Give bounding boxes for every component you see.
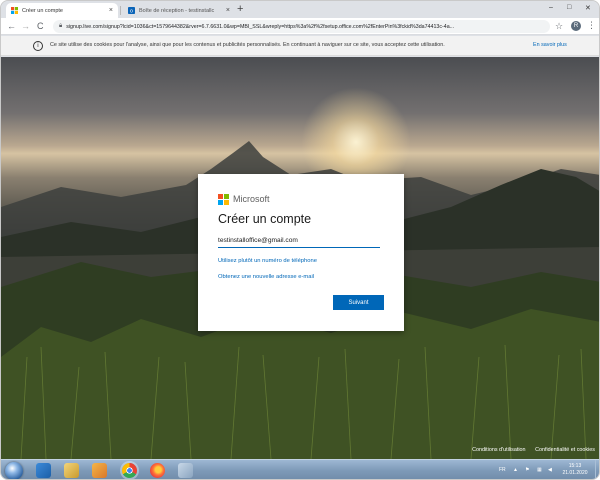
- browser-menu-icon[interactable]: ⋮: [587, 20, 596, 30]
- profile-avatar[interactable]: R: [571, 21, 581, 31]
- volume-icon[interactable]: ◀: [548, 467, 552, 473]
- microsoft-logo-icon: [218, 194, 229, 205]
- tray-arrow-icon[interactable]: ▲: [513, 467, 518, 473]
- windows-taskbar: FR ▲ ⚑ ▦ ◀ 15:13 21.01.2020: [1, 459, 599, 479]
- terms-link[interactable]: Conditions d'utilisation: [472, 447, 525, 453]
- internet-explorer-icon[interactable]: [36, 463, 51, 478]
- cookie-banner-text: Ce site utilise des cookies pour l'analy…: [50, 42, 445, 48]
- back-button[interactable]: ←: [7, 21, 16, 31]
- clock-time: 15:13: [568, 463, 582, 469]
- firefox-icon[interactable]: [150, 463, 165, 478]
- bookmark-star-icon[interactable]: ☆: [555, 21, 563, 31]
- tab-close-icon[interactable]: ×: [109, 7, 113, 14]
- svg-text:o: o: [130, 8, 133, 14]
- tab-separator: [120, 6, 121, 15]
- new-email-link[interactable]: Obtenez une nouvelle adresse e-mail: [218, 274, 314, 280]
- microsoft-favicon-icon: [11, 7, 18, 14]
- clock-date: 21.01.2020: [562, 470, 588, 476]
- flag-icon[interactable]: ⚑: [525, 467, 529, 473]
- new-tab-button[interactable]: +: [237, 4, 243, 15]
- close-window-button[interactable]: ✕: [585, 4, 591, 12]
- dialog-title: Créer un compte: [218, 212, 312, 226]
- signup-dialog: Microsoft Créer un compte Utilisez plutô…: [198, 174, 404, 331]
- tab-close-icon[interactable]: ×: [226, 7, 230, 14]
- media-player-icon[interactable]: [92, 463, 107, 478]
- taskbar-clock[interactable]: 15:13 21.01.2020: [559, 463, 591, 477]
- reload-button[interactable]: C: [37, 21, 44, 31]
- page-footer: Conditions d'utilisation Confidentialité…: [464, 447, 595, 453]
- paint-icon[interactable]: [178, 463, 193, 478]
- show-desktop-button[interactable]: [595, 460, 599, 479]
- next-button[interactable]: Suivant: [333, 295, 384, 310]
- forward-button[interactable]: →: [21, 21, 30, 31]
- network-icon[interactable]: ▦: [537, 467, 542, 473]
- outlook-favicon-icon: o: [128, 7, 135, 14]
- tab-create-account[interactable]: Créer un compte ×: [6, 3, 118, 18]
- browser-toolbar: ← → C 🔒︎ signup.live.com/signup?lcid=103…: [1, 18, 599, 35]
- minimize-button[interactable]: –: [549, 4, 553, 11]
- maximize-button[interactable]: □: [567, 4, 571, 11]
- url-text: signup.live.com/signup?lcid=1036&ct=1579…: [66, 23, 455, 30]
- cookie-banner: i Ce site utilise des cookies pour l'ana…: [1, 36, 599, 56]
- learn-more-link[interactable]: En savoir plus: [533, 42, 567, 48]
- language-indicator[interactable]: FR: [499, 467, 506, 473]
- info-icon: i: [33, 41, 43, 51]
- tab-label: Boîte de réception - testinstallc: [139, 7, 215, 14]
- tab-strip: Créer un compte × o Boîte de réception -…: [1, 1, 599, 18]
- address-bar[interactable]: 🔒︎ signup.live.com/signup?lcid=1036&ct=1…: [53, 20, 550, 33]
- email-field[interactable]: [218, 234, 380, 248]
- privacy-link[interactable]: Confidentialité et cookies: [535, 447, 595, 453]
- chrome-icon[interactable]: [122, 463, 137, 478]
- start-button[interactable]: [5, 462, 23, 479]
- lock-icon: 🔒︎: [59, 23, 63, 29]
- tab-inbox[interactable]: o Boîte de réception - testinstallc ×: [123, 3, 235, 18]
- brand-name: Microsoft: [233, 194, 270, 204]
- tab-label: Créer un compte: [22, 7, 63, 14]
- file-explorer-icon[interactable]: [64, 463, 79, 478]
- browser-window: Créer un compte × o Boîte de réception -…: [0, 0, 600, 480]
- use-phone-link[interactable]: Utilisez plutôt un numéro de téléphone: [218, 258, 317, 264]
